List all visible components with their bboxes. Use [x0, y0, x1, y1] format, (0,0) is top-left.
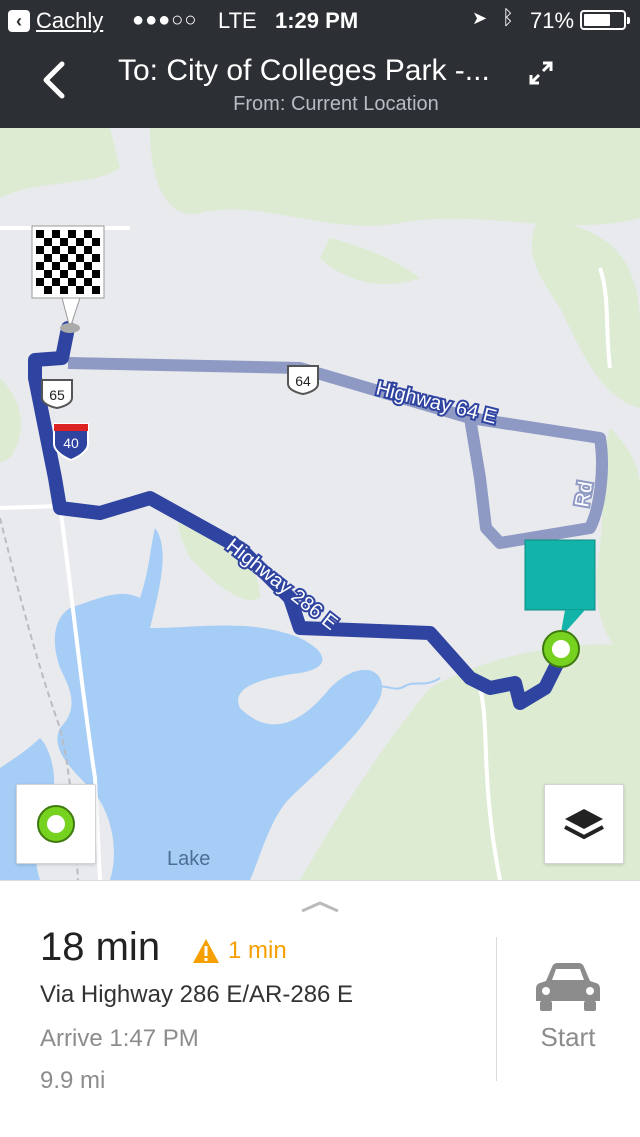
- route-summary-card[interactable]: 18 min 1 min Via Highway 286 E/AR-286 E …: [0, 880, 640, 1137]
- warning-icon: [193, 939, 219, 963]
- divider: [496, 937, 497, 1081]
- rd-label: Rd: [571, 480, 597, 509]
- route-alternate[interactable]: [67, 357, 608, 549]
- location-arrow-icon: ➤: [472, 8, 488, 28]
- map-canvas[interactable]: Highway 64 E Highway 286 E Rd Lake 64 65…: [0, 128, 640, 880]
- status-time: 1:29 PM: [275, 8, 359, 33]
- navigation-header: To: City of Colleges Park -... From: Cur…: [0, 40, 640, 128]
- map-layers-button[interactable]: [544, 784, 624, 864]
- svg-text:40: 40: [63, 435, 79, 451]
- waypoint-pin-icon[interactable]: [524, 539, 596, 638]
- stream: [374, 677, 441, 690]
- battery-percent: 71%: [530, 8, 575, 33]
- bluetooth-icon: ᛒ: [502, 7, 514, 29]
- battery-fill: [584, 14, 610, 26]
- locate-me-button[interactable]: [16, 784, 96, 864]
- route-distance: 9.9 mi: [40, 1067, 106, 1094]
- origin-subtitle: From: Current Location: [233, 93, 439, 115]
- back-to-app[interactable]: ‹ Cachly: [8, 8, 103, 34]
- i40-shield: 40: [53, 423, 89, 462]
- carrier-label: LTE: [218, 8, 257, 33]
- us64-shield: 64: [287, 365, 319, 396]
- start-navigation-button[interactable]: Start: [508, 961, 628, 1053]
- map-view[interactable]: Highway 64 E Highway 286 E Rd Lake 64 65…: [0, 128, 640, 880]
- locate-icon: [37, 805, 75, 843]
- route-via: Via Highway 286 E/AR-286 E: [40, 981, 354, 1008]
- status-bar: ‹ Cachly ●●●○○ LTE 1:29 PM ➤ ᛒ 71%: [0, 0, 640, 40]
- car-icon: [536, 963, 600, 1011]
- battery-icon: [580, 10, 630, 30]
- route-duration: 18 min: [40, 925, 161, 969]
- destination-title: To: City of Colleges Park -...: [118, 54, 490, 87]
- us65-shield: 65: [41, 379, 73, 410]
- svg-text:65: 65: [49, 387, 65, 403]
- destination-flag-icon[interactable]: [31, 225, 105, 333]
- signal-strength: ●●●○○: [132, 9, 198, 31]
- delay-text: 1 min: [228, 937, 287, 964]
- drag-handle-icon[interactable]: [300, 899, 340, 913]
- start-label: Start: [540, 1022, 596, 1052]
- expand-icon[interactable]: [526, 58, 556, 88]
- back-to-app-icon: ‹: [8, 10, 30, 32]
- arrival-time: Arrive 1:47 PM: [40, 1025, 199, 1052]
- traffic-delay: 1 min: [192, 937, 287, 965]
- lake-label: Lake: [167, 848, 210, 870]
- origin-location-icon[interactable]: [542, 630, 580, 668]
- layers-icon: [564, 809, 604, 840]
- hwy64-label: Highway 64 E: [374, 378, 499, 429]
- back-app-name[interactable]: Cachly: [36, 8, 103, 34]
- svg-text:64: 64: [295, 373, 311, 389]
